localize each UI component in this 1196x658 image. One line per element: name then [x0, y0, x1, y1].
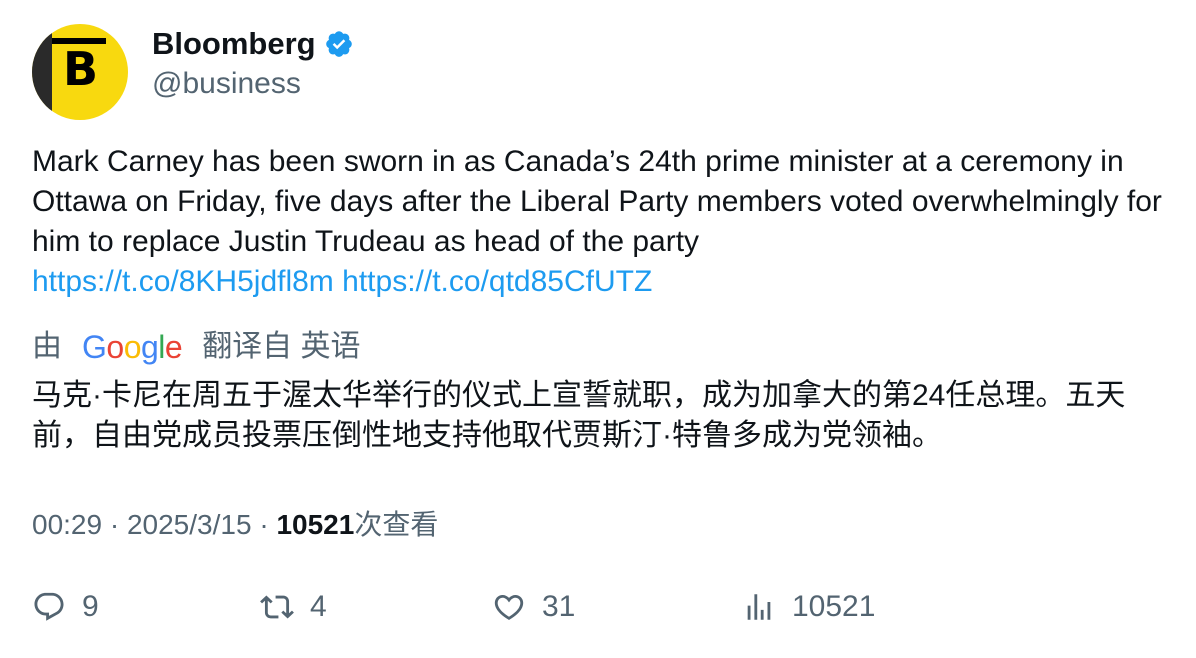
tweet-text: Mark Carney has been sworn in as Canada’… — [32, 145, 1162, 258]
view-count: 10521 — [276, 509, 355, 540]
avatar-letter: B — [63, 42, 99, 96]
user-handle[interactable]: @business — [152, 66, 354, 102]
retweet-button[interactable]: 4 — [260, 590, 327, 624]
action-bar: 9 4 31 10521 — [32, 590, 1162, 634]
tweet-link-1[interactable]: https://t.co/8KH5jdfl8m — [32, 265, 334, 298]
tweet-time[interactable]: 00:29 — [32, 509, 102, 540]
translated-by-label: 由 — [32, 330, 62, 363]
retweet-count: 4 — [310, 590, 327, 623]
tweet-meta: 00:29 · 2025/3/15 · 10521次查看 — [32, 505, 438, 545]
analytics-icon — [747, 594, 771, 620]
like-count: 31 — [542, 590, 576, 623]
google-logo: Google — [82, 329, 183, 365]
reply-button[interactable]: 9 — [32, 590, 99, 624]
meta-separator: · — [259, 509, 269, 540]
tweet-links: https://t.co/8KH5jdfl8m https://t.co/qtd… — [32, 262, 652, 302]
meta-separator: · — [109, 509, 120, 540]
tweet-link-2[interactable]: https://t.co/qtd85CfUTZ — [342, 265, 652, 298]
verified-badge-icon — [325, 31, 352, 57]
like-button[interactable]: 31 — [492, 590, 575, 624]
reply-count: 9 — [82, 590, 99, 623]
views-count: 10521 — [792, 590, 876, 623]
translation-attribution: 由 Google 翻译自 英语 — [32, 327, 361, 367]
retweet-icon — [260, 595, 294, 619]
heart-icon — [494, 594, 524, 620]
tweet-header: B Bloomberg @business — [32, 24, 354, 120]
translated-from-label[interactable]: 翻译自 英语 — [202, 327, 360, 367]
avatar[interactable]: B — [32, 24, 128, 120]
reply-icon — [34, 592, 64, 621]
views-label: 次查看 — [354, 509, 439, 540]
tweet-date[interactable]: 2025/3/15 — [127, 509, 252, 540]
author-names: Bloomberg @business — [152, 26, 354, 102]
views-button[interactable]: 10521 — [742, 590, 875, 624]
translated-text: 马克·卡尼在周五于渥太华举行的仪式上宣誓就职，成为加拿大的第24任总理。五天前，… — [32, 379, 1126, 452]
display-name[interactable]: Bloomberg — [152, 26, 316, 62]
